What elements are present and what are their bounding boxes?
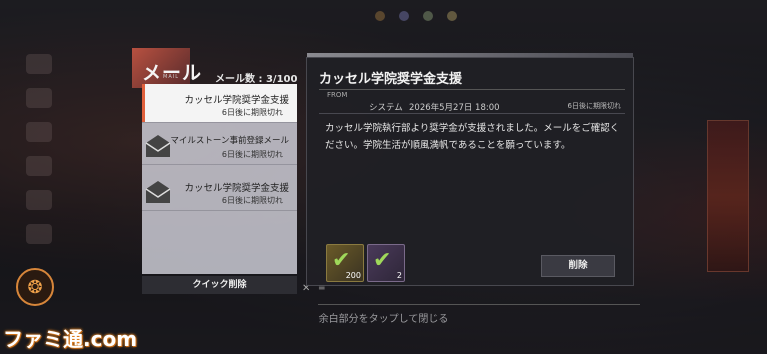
mail-item[interactable]: マイルストーン事前登録メール 6日後に期限切れ bbox=[142, 126, 297, 165]
envelope-icon bbox=[145, 135, 171, 157]
watermark-logo: ファミ通.com bbox=[3, 327, 138, 351]
mail-list: カッセル学院奨学金支援 6日後に期限切れ マイルストーン事前登録メール 6日後に… bbox=[142, 84, 297, 274]
mail-item-title: カッセル学院奨学金支援 bbox=[184, 95, 289, 106]
mail-subtitle: MAIL bbox=[163, 74, 179, 80]
guild-emblem-icon[interactable]: ❂ bbox=[16, 268, 54, 306]
quick-delete-button[interactable]: クイック削除 bbox=[142, 276, 297, 294]
mail-title: メール bbox=[142, 62, 203, 84]
mail-count: メール数 : 3/100 bbox=[215, 74, 298, 85]
mail-item-expiry: 6日後に期限切れ bbox=[221, 150, 283, 159]
detail-title: カッセル学院奨学金支援 bbox=[319, 72, 463, 87]
mail-item-title: カッセル学院奨学金支援 bbox=[184, 183, 289, 194]
mail-body: カッセル学院執行部より奨学金が支援されました。メールをご確認ください。学院生活が… bbox=[325, 123, 620, 151]
delete-button[interactable]: 削除 bbox=[541, 255, 615, 277]
selected-indicator bbox=[142, 84, 145, 122]
reward-item[interactable]: ✔ 2 bbox=[367, 244, 405, 282]
send-date: 2026年5月27日 18:00 bbox=[409, 103, 500, 113]
mail-item[interactable]: カッセル学院奨学金支援 6日後に期限切れ bbox=[142, 172, 297, 211]
check-icon: ✔ bbox=[373, 248, 392, 273]
mail-detail-panel: カッセル学院奨学金支援 FROM システム 2026年5月27日 18:00 6… bbox=[306, 53, 634, 286]
from-label: FROM bbox=[327, 91, 348, 99]
reward-quantity: 2 bbox=[396, 271, 402, 280]
detail-expiry: 6日後に期限切れ bbox=[567, 102, 621, 110]
envelope-icon bbox=[145, 181, 171, 203]
mail-item-expiry: 6日後に期限切れ bbox=[221, 108, 283, 117]
mail-item-title: マイルストーン事前登録メール bbox=[170, 136, 289, 146]
top-resource-bar bbox=[375, 5, 765, 27]
check-icon: ✔ bbox=[332, 248, 351, 273]
reward-item[interactable]: ✔ 200 bbox=[326, 244, 364, 282]
reward-quantity: 200 bbox=[345, 271, 361, 280]
mail-item-expiry: 6日後に期限切れ bbox=[221, 196, 283, 205]
side-menu bbox=[20, 40, 58, 270]
event-banner bbox=[707, 120, 749, 272]
mail-item[interactable]: カッセル学院奨学金支援 6日後に期限切れ bbox=[142, 84, 297, 123]
sender: システム bbox=[369, 103, 403, 113]
